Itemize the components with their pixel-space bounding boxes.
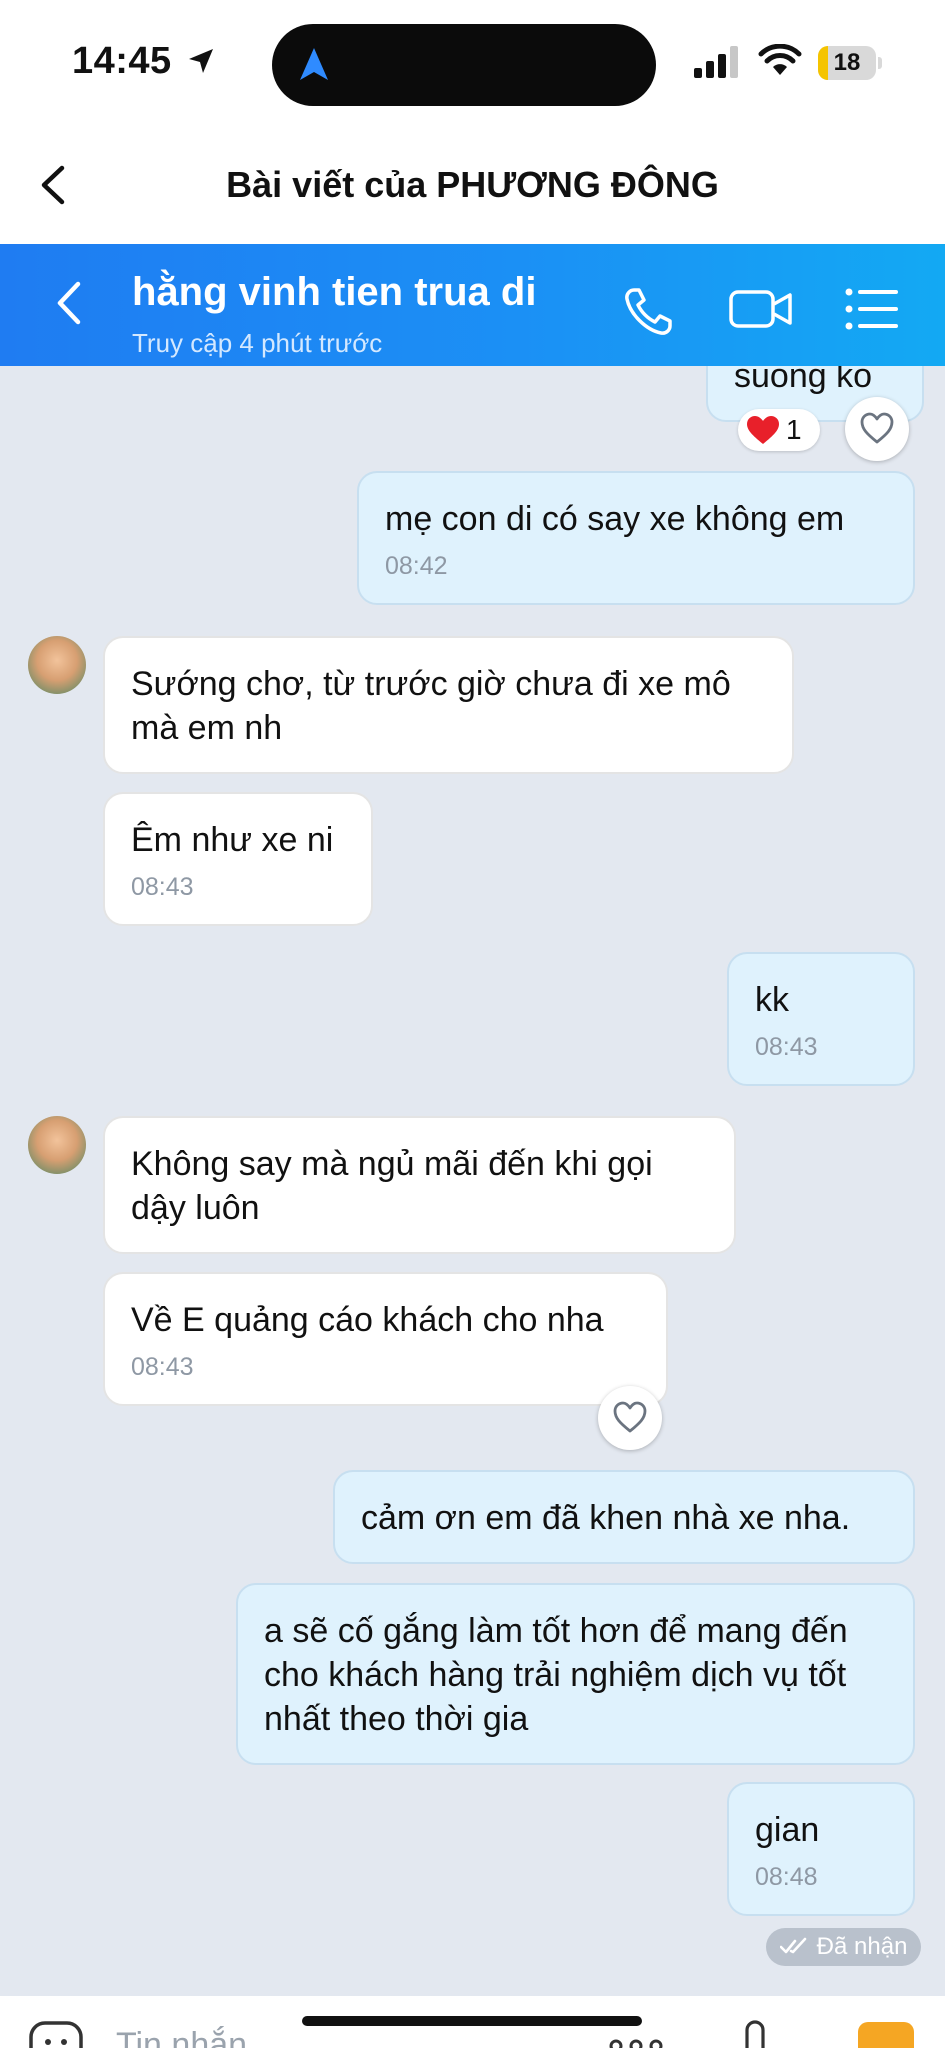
more-options-icon[interactable]	[606, 2036, 666, 2048]
battery-indicator: 18	[818, 46, 882, 80]
video-call-icon[interactable]	[728, 284, 794, 334]
message-text: Không say mà ngủ mãi đến khi gọi dậy luô…	[131, 1145, 653, 1227]
message-bubble-outgoing[interactable]: mẹ con di có say xe không em 08:42	[357, 471, 915, 605]
heart-reaction-icon	[747, 416, 779, 444]
delivery-status-text: Đã nhận	[816, 1933, 908, 1960]
message-bubble-outgoing[interactable]: cảm ơn em đã khen nhà xe nha.	[333, 1470, 915, 1564]
message-bubble-outgoing[interactable]: a sẽ cố gắng làm tốt hơn để mang đến cho…	[236, 1583, 915, 1765]
message-text: Sướng chơ, từ trước giờ chưa đi xe mô mà…	[131, 665, 731, 747]
battery-percent: 18	[833, 49, 861, 76]
message-time: 08:43	[131, 873, 194, 901]
delivery-status-badge: Đã nhận	[766, 1928, 922, 1966]
contact-avatar[interactable]	[28, 636, 86, 694]
message-bubble-outgoing[interactable]: gian 08:48	[727, 1782, 915, 1916]
react-button[interactable]	[845, 397, 909, 461]
message-text: mẹ con di có say xe không em	[385, 500, 845, 538]
status-time: 14:45	[72, 40, 172, 82]
message-bubble-incoming[interactable]: Êm như xe ni 08:43	[103, 792, 373, 926]
message-bubble-outgoing[interactable]: kk 08:43	[727, 952, 915, 1086]
message-text: kk	[755, 981, 789, 1019]
phone-call-icon[interactable]	[620, 284, 676, 340]
message-bubble-incoming[interactable]: Sướng chơ, từ trước giờ chưa đi xe mô mà…	[103, 636, 794, 774]
message-bubble-incoming[interactable]: Không say mà ngủ mãi đến khi gọi dậy luô…	[103, 1116, 736, 1254]
message-time: 08:43	[131, 1353, 194, 1381]
contact-name[interactable]: hằng vinh tien trua di	[132, 270, 536, 315]
wifi-icon	[758, 44, 802, 75]
menu-list-icon[interactable]	[844, 284, 900, 334]
react-button[interactable]	[598, 1386, 662, 1450]
contact-last-seen: Truy cập 4 phút trước	[132, 328, 383, 358]
status-bar: 14:45 18	[0, 0, 945, 130]
reaction-badge[interactable]: 1	[738, 409, 820, 451]
chat-messages[interactable]: suong ko 1 mẹ con di có say xe không em …	[0, 366, 945, 1996]
message-bubble-incoming[interactable]: Về E quảng cáo khách cho nha 08:43	[103, 1272, 668, 1406]
message-text: a sẽ cố gắng làm tốt hơn để mang đến cho…	[264, 1612, 848, 1738]
double-check-icon	[779, 1937, 807, 1954]
dynamic-island	[272, 24, 656, 106]
home-indicator	[302, 2016, 642, 2026]
message-input[interactable]: Tin nhắn	[116, 2026, 247, 2048]
post-header: Bài viết của PHƯƠNG ĐÔNG	[0, 130, 945, 244]
reaction-count: 1	[786, 414, 802, 445]
chat-header: hằng vinh tien trua di Truy cập 4 phút t…	[0, 244, 945, 366]
message-time: 08:43	[755, 1033, 818, 1061]
navigation-icon	[300, 48, 328, 80]
message-time: 08:42	[385, 552, 448, 580]
page-title: Bài viết của PHƯƠNG ĐÔNG	[226, 164, 719, 205]
location-arrow-icon	[189, 49, 213, 73]
emoji-sticker-icon[interactable]	[28, 2020, 84, 2048]
message-text: Về E quảng cáo khách cho nha	[131, 1301, 604, 1339]
message-text: Êm như xe ni	[131, 821, 334, 859]
image-picker-icon[interactable]	[858, 2022, 914, 2048]
microphone-icon[interactable]	[737, 2020, 773, 2048]
chat-back-icon[interactable]	[50, 278, 90, 328]
contact-avatar[interactable]	[28, 1116, 86, 1174]
message-text: suong ko	[734, 366, 872, 395]
heart-outline-icon	[860, 412, 894, 444]
cellular-signal-icon	[694, 46, 738, 78]
message-time: 08:48	[755, 1863, 818, 1891]
message-text: gian	[755, 1811, 820, 1849]
message-text: cảm ơn em đã khen nhà xe nha.	[361, 1499, 851, 1537]
heart-outline-icon	[613, 1401, 647, 1433]
